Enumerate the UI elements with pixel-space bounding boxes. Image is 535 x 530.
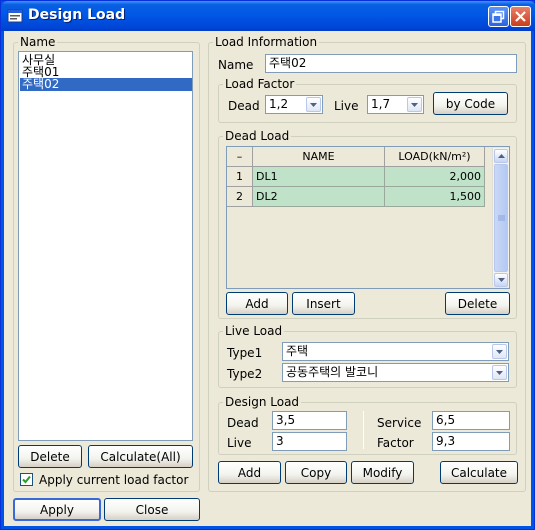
- type1-label: Type1: [227, 346, 263, 360]
- grid-cell-name[interactable]: DL1: [253, 167, 385, 187]
- grid-cell-load[interactable]: 2,000: [385, 167, 485, 187]
- name-groupbox-title: Name: [18, 35, 58, 49]
- type1-value: 주택: [286, 344, 309, 358]
- calculate-button[interactable]: Calculate: [440, 461, 518, 484]
- apply-button[interactable]: Apply: [13, 498, 101, 521]
- modify-button[interactable]: Modify: [351, 461, 414, 484]
- live-load-title: Live Load: [223, 324, 285, 338]
- apply-factor-label: Apply current load factor: [39, 473, 189, 487]
- chevron-down-icon: [492, 365, 507, 380]
- type1-select[interactable]: 주택: [282, 342, 509, 361]
- type2-select[interactable]: 공동주택의 발코니: [282, 363, 509, 382]
- grid-cell-load[interactable]: 1,500: [385, 187, 485, 207]
- design-load-window: Design Load Name 사무실 주택01 주택02 Delete Ca…: [0, 0, 535, 530]
- add-button[interactable]: Add: [218, 461, 281, 484]
- chevron-down-icon: [497, 278, 505, 282]
- by-code-button[interactable]: by Code: [433, 92, 508, 115]
- design-live-field[interactable]: 3: [272, 432, 347, 451]
- close-icon: [515, 11, 526, 22]
- scroll-up-button[interactable]: [494, 149, 508, 163]
- name-field[interactable]: 주택02: [265, 54, 517, 73]
- grid-vertical-scrollbar[interactable]: [492, 148, 509, 287]
- factor-field[interactable]: 9,3: [432, 432, 510, 451]
- scroll-thumb[interactable]: [494, 164, 508, 272]
- design-load-separator: [363, 411, 364, 449]
- grid-cell-name[interactable]: DL2: [253, 187, 385, 207]
- delete-name-button[interactable]: Delete: [18, 445, 82, 468]
- dead-factor-select[interactable]: 1,2: [265, 95, 323, 114]
- design-load-title: Design Load: [223, 395, 302, 409]
- window-app-icon: [7, 8, 23, 24]
- grid-header-load[interactable]: LOAD(kN/m²): [385, 147, 485, 167]
- close-window-button[interactable]: [510, 6, 531, 27]
- checkmark-icon: [22, 475, 31, 484]
- load-factor-title: Load Factor: [223, 77, 297, 91]
- dead-factor-value: 1,2: [269, 97, 289, 111]
- grid-header-index[interactable]: –: [227, 147, 253, 167]
- restore-icon: [492, 10, 505, 23]
- chevron-up-icon: [497, 154, 505, 158]
- live-factor-select[interactable]: 1,7: [367, 95, 424, 114]
- grid-row-number[interactable]: 2: [227, 187, 253, 207]
- live-factor-label: Live: [334, 99, 359, 113]
- name-list[interactable]: 사무실 주택01 주택02: [18, 51, 193, 441]
- type2-label: Type2: [227, 367, 263, 381]
- dead-factor-label: Dead: [228, 99, 260, 113]
- design-dead-field[interactable]: 3,5: [272, 411, 347, 430]
- apply-factor-checkbox[interactable]: [20, 473, 33, 486]
- design-live-label: Live: [227, 436, 252, 450]
- dead-load-grid[interactable]: – NAME LOAD(kN/m²) 1 DL1 2,000 2 DL2 1,5…: [226, 146, 510, 289]
- window-title: Design Load: [28, 7, 126, 23]
- delete-dead-load-button[interactable]: Delete: [445, 292, 510, 315]
- service-label: Service: [377, 416, 422, 430]
- type2-value: 공동주택의 발코니: [286, 365, 379, 379]
- name-label: Name: [218, 58, 254, 72]
- live-factor-value: 1,7: [371, 97, 391, 111]
- chevron-down-icon: [492, 344, 507, 359]
- title-bar[interactable]: Design Load: [1, 1, 535, 31]
- restore-button[interactable]: [488, 6, 509, 27]
- design-dead-label: Dead: [227, 416, 259, 430]
- service-field[interactable]: 6,5: [432, 411, 510, 430]
- list-item-selected[interactable]: 주택02: [20, 78, 192, 91]
- scroll-down-button[interactable]: [494, 273, 508, 287]
- chevron-down-icon: [407, 97, 422, 112]
- calculate-all-button[interactable]: Calculate(All): [88, 445, 193, 468]
- close-button[interactable]: Close: [104, 498, 200, 521]
- dead-load-title: Dead Load: [223, 129, 292, 143]
- add-dead-load-button[interactable]: Add: [226, 292, 288, 315]
- insert-dead-load-button[interactable]: Insert: [292, 292, 355, 315]
- factor-label: Factor: [377, 436, 414, 450]
- copy-button[interactable]: Copy: [285, 461, 347, 484]
- chevron-down-icon: [306, 97, 321, 112]
- load-information-title: Load Information: [213, 35, 320, 49]
- grid-row-number[interactable]: 1: [227, 167, 253, 187]
- grid-header-name[interactable]: NAME: [253, 147, 385, 167]
- grip-icon: [497, 215, 505, 220]
